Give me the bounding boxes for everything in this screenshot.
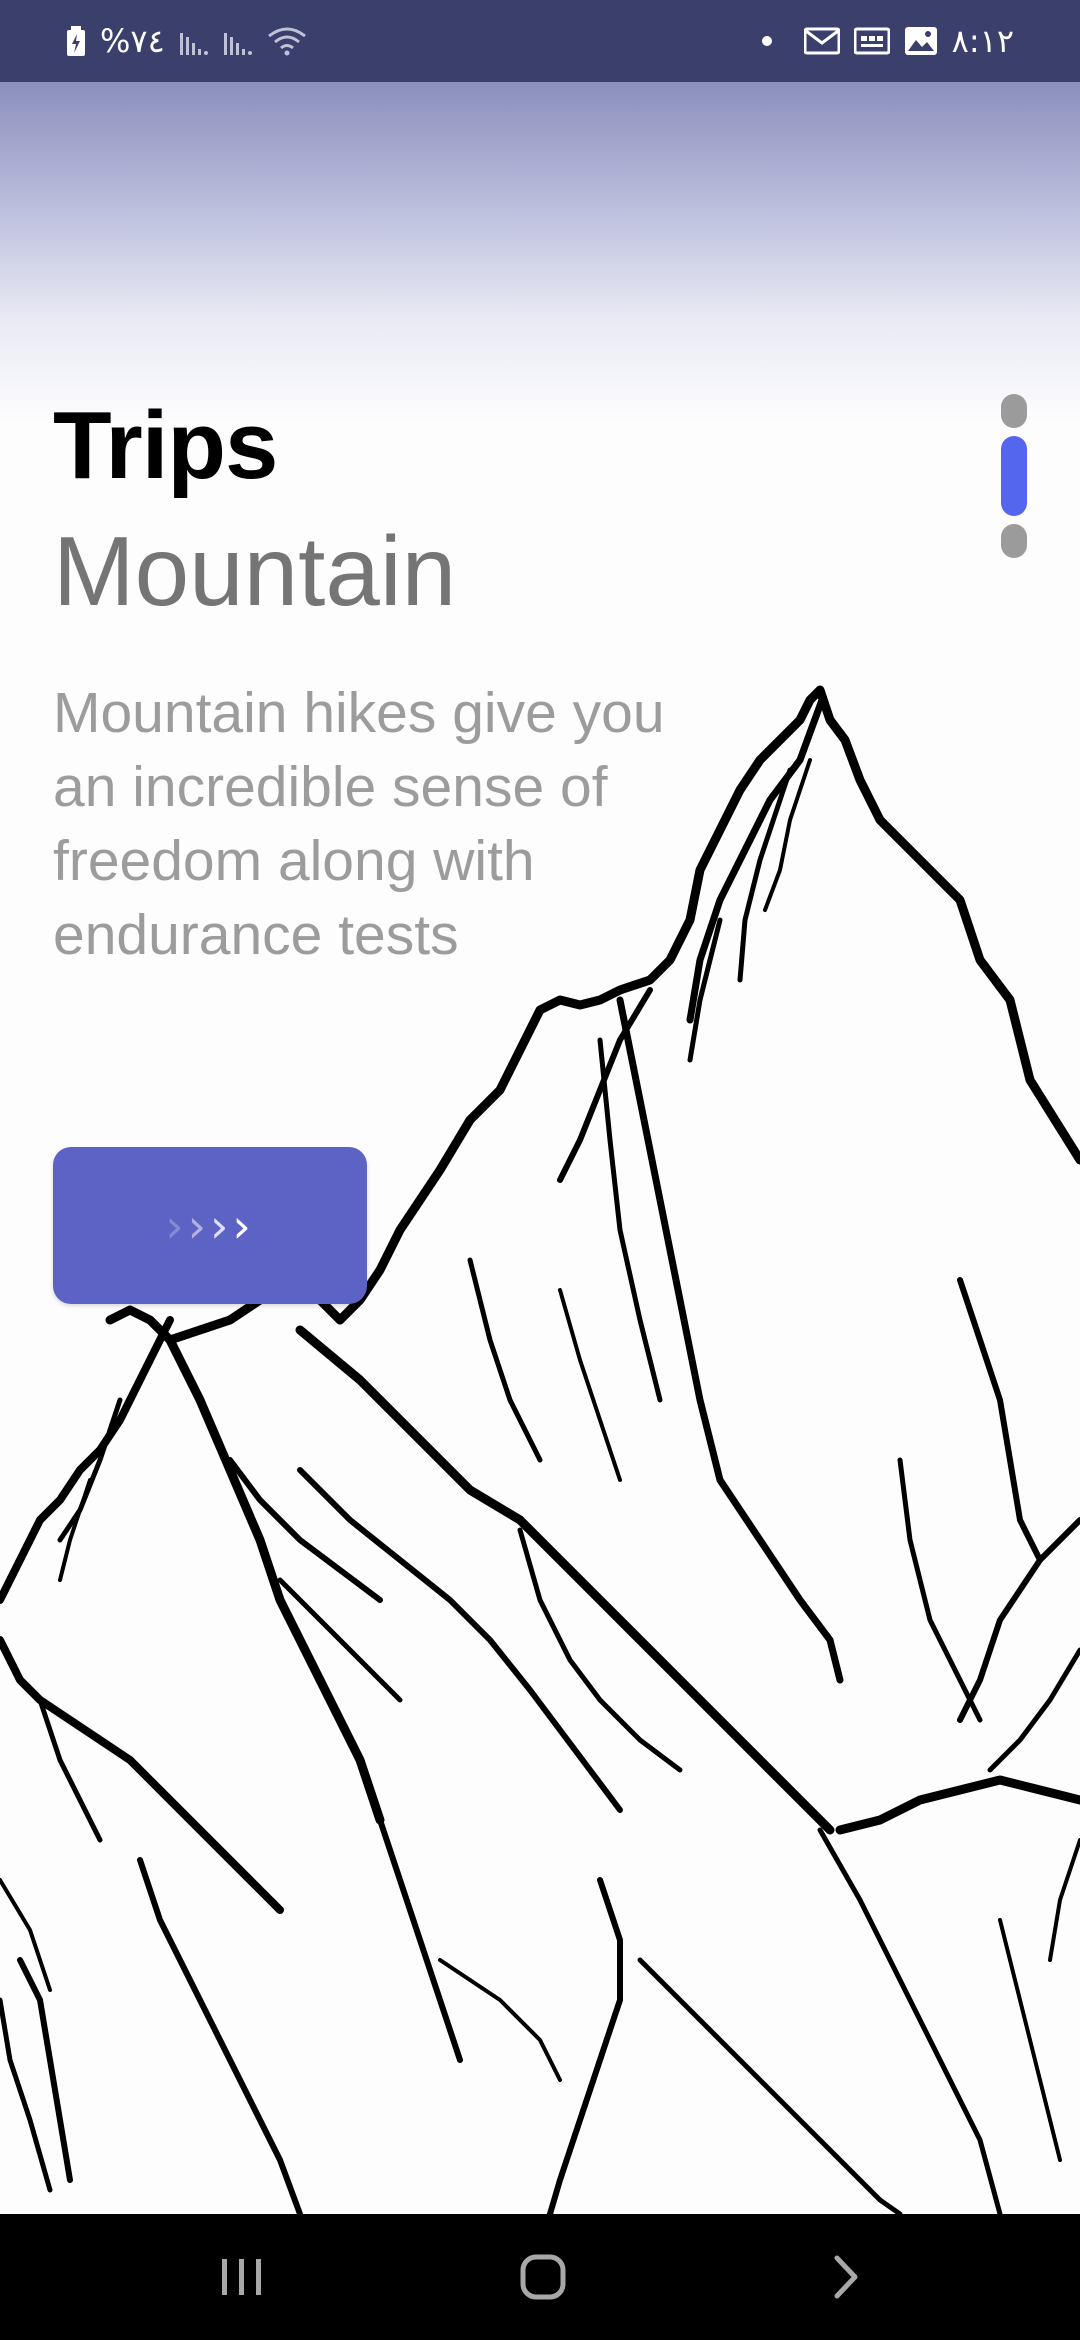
gallery-icon <box>904 26 938 56</box>
app-screen: %٧٤ ٨:١٢ Trips Mountain Mountain hikes g… <box>0 0 1080 2340</box>
status-bar-left: %٧٤ <box>66 22 307 60</box>
navigation-bar <box>0 2214 1080 2340</box>
signal-icon <box>179 27 209 55</box>
battery-percent: %٧٤ <box>100 22 165 60</box>
status-bar-right: ٨:١٢ <box>761 22 1014 60</box>
page-indicator <box>1000 394 1028 558</box>
gmail-icon <box>803 27 840 55</box>
home-button[interactable] <box>483 2214 603 2340</box>
recent-apps-icon <box>222 2259 261 2295</box>
status-bar: %٧٤ ٨:١٢ <box>0 0 1080 82</box>
page-subtitle: Mountain <box>53 516 457 626</box>
page-title: Trips <box>53 392 278 499</box>
page-indicator-dot[interactable] <box>1001 394 1027 428</box>
page-indicator-dot[interactable] <box>1001 524 1027 558</box>
description-text: Mountain hikes give you an incredible se… <box>53 681 665 967</box>
wifi-icon <box>267 26 307 56</box>
clock: ٨:١٢ <box>951 22 1014 60</box>
page-indicator-dot-active[interactable] <box>1001 436 1027 516</box>
signal-icon <box>223 27 253 55</box>
recent-apps-button[interactable] <box>182 2214 302 2340</box>
home-icon <box>520 2254 566 2300</box>
next-button[interactable]: ›››› <box>53 1147 367 1304</box>
chevrons-right-icon: ›››› <box>165 1198 255 1253</box>
back-button[interactable] <box>786 2214 906 2340</box>
header-gradient <box>0 82 1080 422</box>
notification-dot-icon <box>761 36 772 46</box>
battery-charging-icon <box>66 26 86 56</box>
back-icon <box>834 2255 858 2299</box>
calendar-icon <box>853 27 890 55</box>
